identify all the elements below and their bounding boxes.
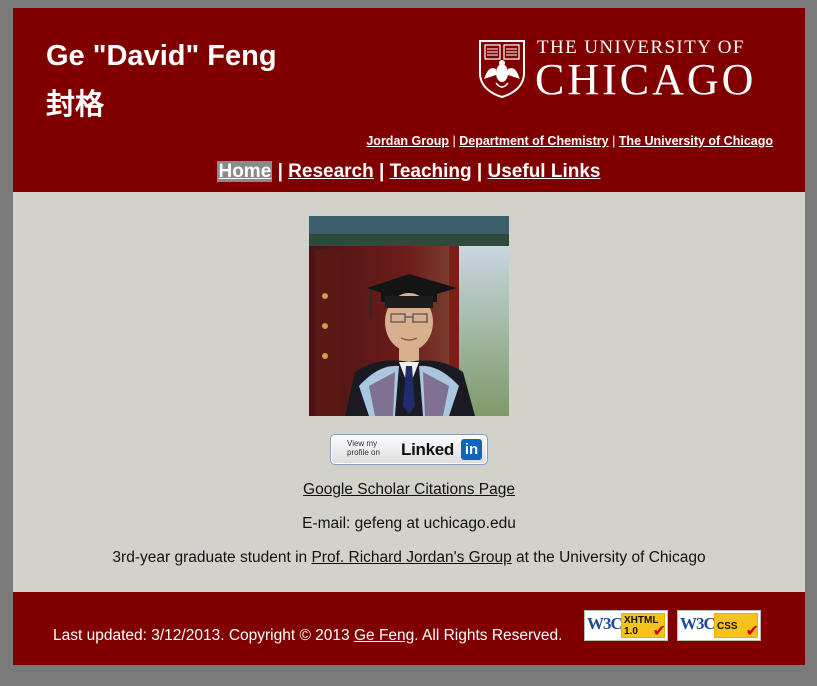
author-link[interactable]: Ge Feng — [354, 627, 414, 644]
site-footer: Last updated: 3/12/2013. Copyright © 201… — [13, 592, 805, 665]
jordan-group-link[interactable]: Jordan Group — [366, 134, 449, 148]
university-of-chicago-logo[interactable]: THE UNIVERSITY OF CHICAGO — [478, 37, 778, 104]
main-navigation: Home | Research | Teaching | Useful Link… — [13, 161, 805, 183]
checkmark-icon: ✔ — [745, 623, 759, 640]
page-container: Ge "David" Feng 封格 THE UNIVERSITY OF CHI… — [13, 8, 805, 665]
site-title-chinese-name: 封格 — [46, 87, 105, 121]
linkedin-profile-button[interactable]: View my profile on Linked in — [330, 434, 488, 465]
scholar-line: Google Scholar Citations Page — [13, 481, 805, 499]
separator: | — [612, 134, 619, 148]
bio-text-before: 3rd-year graduate student in — [112, 549, 312, 566]
nav-research[interactable]: Research — [288, 161, 374, 182]
separator: | — [379, 161, 390, 182]
w3c-css-valid-badge[interactable]: W3C CSS ✔ — [677, 610, 761, 641]
footer-text-before: Last updated: 3/12/2013. Copyright © 201… — [53, 627, 354, 644]
bio-line: 3rd-year graduate student in Prof. Richa… — [13, 549, 805, 567]
linkedin-wordmark: Linked — [401, 440, 454, 459]
checkmark-icon: ✔ — [652, 623, 666, 640]
linkedin-view-profile-text: View my profile on — [347, 439, 380, 457]
separator: | — [277, 161, 289, 182]
department-of-chemistry-link[interactable]: Department of Chemistry — [459, 134, 608, 148]
footer-copyright: Last updated: 3/12/2013. Copyright © 201… — [53, 627, 562, 645]
w3c-xhtml-valid-badge[interactable]: W3C XHTML 1.0 ✔ — [584, 610, 668, 641]
w3c-logo-icon: W3C — [587, 614, 623, 633]
nav-home[interactable]: Home — [217, 161, 273, 182]
nav-teaching[interactable]: Teaching — [390, 161, 472, 182]
profile-photo — [309, 216, 509, 416]
university-of-chicago-link[interactable]: The University of Chicago — [619, 134, 773, 148]
google-scholar-link[interactable]: Google Scholar Citations Page — [303, 481, 515, 498]
nav-useful-links[interactable]: Useful Links — [488, 161, 601, 182]
phoenix-crest-icon — [479, 40, 525, 99]
separator: | — [476, 161, 488, 182]
email-text: E-mail: gefeng at uchicago.edu — [302, 515, 516, 532]
bio-text-after: at the University of Chicago — [511, 549, 706, 566]
linkedin-in-icon: in — [461, 439, 482, 460]
header-sublinks: Jordan Group | Department of Chemistry |… — [366, 134, 773, 148]
site-title-name: Ge "David" Feng — [46, 40, 277, 72]
university-logo-line2: CHICAGO — [535, 55, 757, 104]
w3c-logo-icon: W3C — [680, 614, 716, 633]
jordan-group-bio-link[interactable]: Prof. Richard Jordan's Group — [311, 549, 511, 566]
site-header: Ge "David" Feng 封格 THE UNIVERSITY OF CHI… — [13, 8, 805, 192]
footer-text-after: . All Rights Reserved. — [414, 627, 563, 644]
